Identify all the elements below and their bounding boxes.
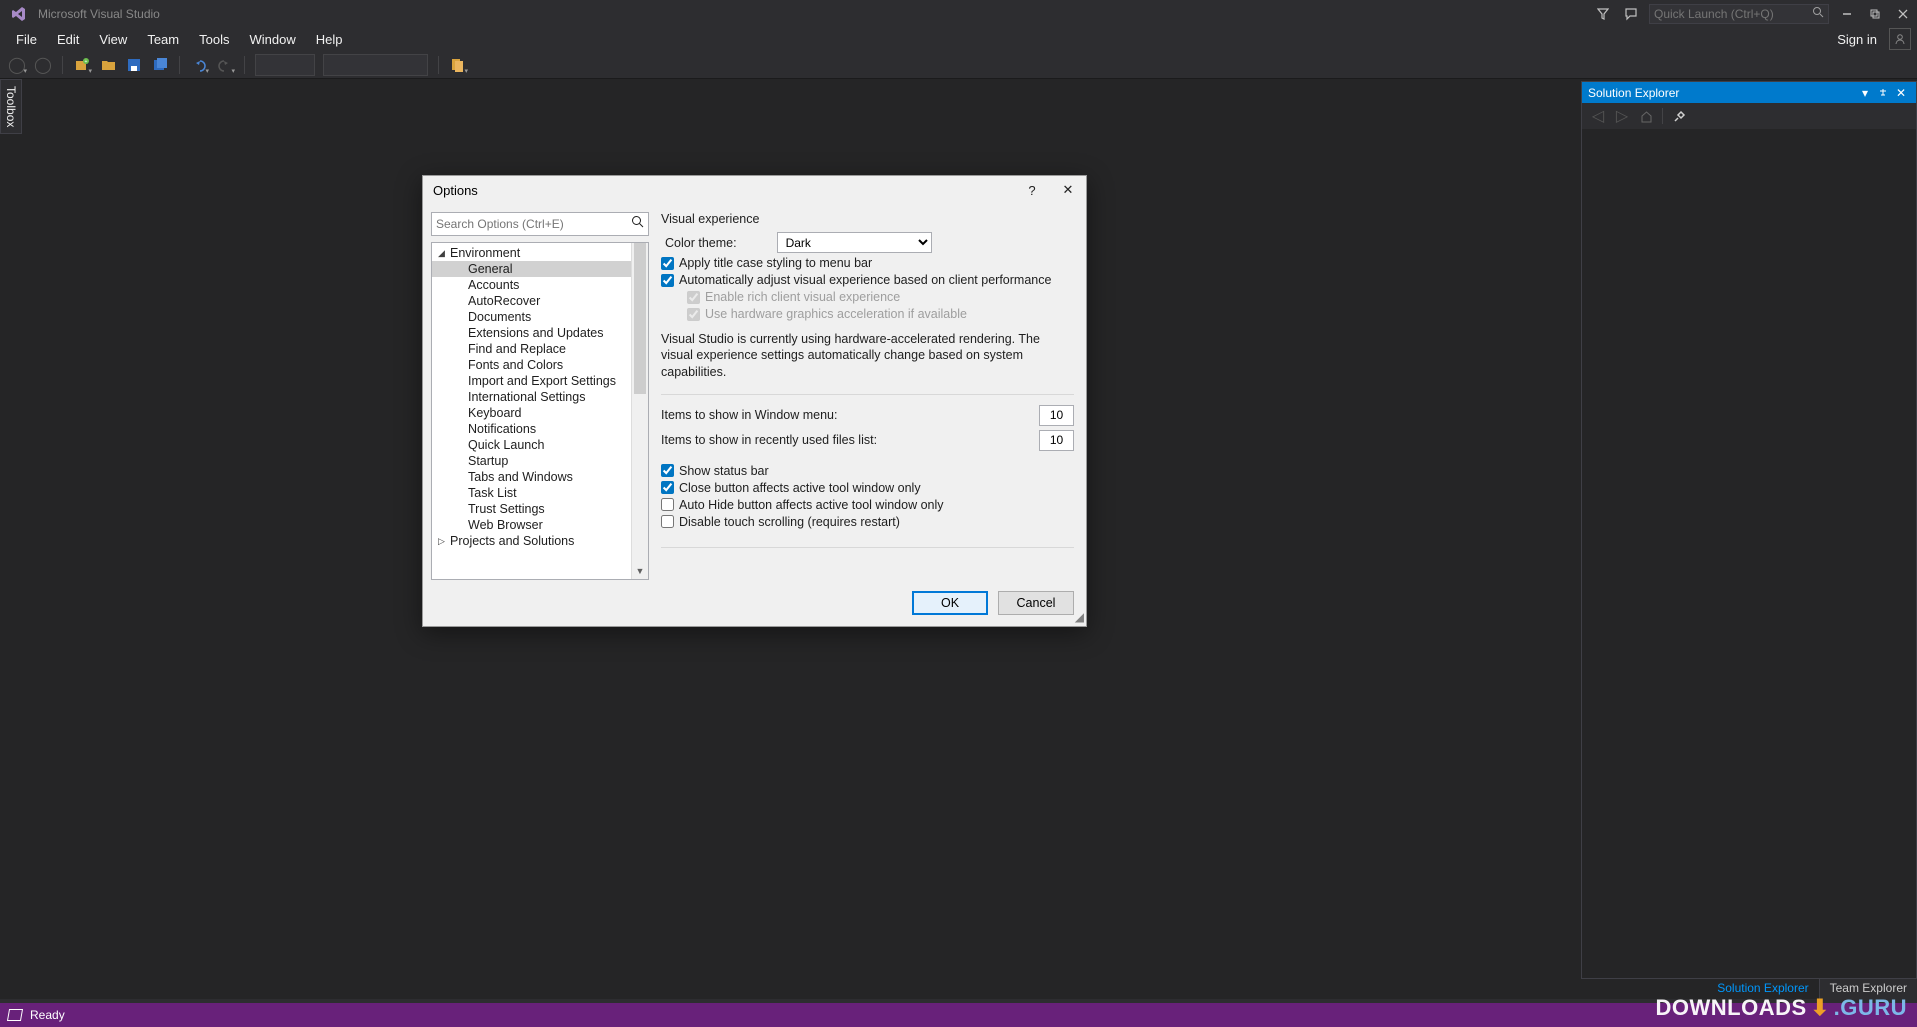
tree-item[interactable]: Startup	[432, 453, 648, 469]
color-theme-label: Color theme:	[665, 236, 737, 250]
open-file-button[interactable]	[97, 54, 119, 76]
notifications-filter-icon[interactable]	[1589, 2, 1617, 26]
tree-projects[interactable]: ▷Projects and Solutions	[432, 533, 648, 549]
help-icon[interactable]: ?	[1014, 176, 1050, 204]
cb-close-affects[interactable]: Close button affects active tool window …	[661, 481, 921, 495]
tree-item[interactable]: Quick Launch	[432, 437, 648, 453]
tree-item-general[interactable]: General	[432, 261, 648, 277]
cb-autoadjust[interactable]: Automatically adjust visual experience b…	[661, 273, 1051, 287]
tree-item[interactable]: Accounts	[432, 277, 648, 293]
dialog-title: Options	[433, 183, 478, 198]
menu-team[interactable]: Team	[137, 29, 189, 50]
options-search-box[interactable]	[431, 212, 649, 236]
status-ready: Ready	[30, 1008, 65, 1022]
options-search-input[interactable]	[436, 217, 631, 231]
vs-logo-icon	[4, 2, 32, 26]
menu-file[interactable]: File	[6, 29, 47, 50]
menu-tools[interactable]: Tools	[189, 29, 239, 50]
close-button[interactable]	[1889, 2, 1917, 26]
se-fwd-icon[interactable]: ▷	[1612, 106, 1632, 126]
items-recent-label: Items to show in recently used files lis…	[661, 433, 1039, 447]
solution-explorer-title: Solution Explorer	[1588, 86, 1679, 100]
tree-item[interactable]: Web Browser	[432, 517, 648, 533]
maximize-button[interactable]	[1861, 2, 1889, 26]
cb-autohide-affects[interactable]: Auto Hide button affects active tool win…	[661, 498, 944, 512]
tree-item[interactable]: International Settings	[432, 389, 648, 405]
signin-link[interactable]: Sign in	[1829, 29, 1885, 50]
cb-touch[interactable]: Disable touch scrolling (requires restar…	[661, 515, 900, 529]
quick-launch-field[interactable]	[1654, 7, 1812, 21]
app-title: Microsoft Visual Studio	[38, 7, 160, 21]
tree-item[interactable]: Find and Replace	[432, 341, 648, 357]
find-in-files-button[interactable]: ▾	[447, 54, 469, 76]
tree-item[interactable]: Keyboard	[432, 405, 648, 421]
dialog-close-icon[interactable]: ✕	[1050, 176, 1086, 204]
svg-text:+: +	[85, 59, 88, 65]
home-icon[interactable]	[1636, 106, 1656, 126]
divider	[661, 547, 1074, 548]
solution-explorer-panel: Solution Explorer ▾ ✕ ◁ ▷	[1581, 81, 1917, 979]
nav-fwd-button[interactable]: ◯	[32, 54, 54, 76]
tree-item[interactable]: Trust Settings	[432, 501, 648, 517]
panel-dropdown-icon[interactable]: ▾	[1856, 84, 1874, 102]
menu-edit[interactable]: Edit	[47, 29, 89, 50]
tree-item[interactable]: Extensions and Updates	[432, 325, 648, 341]
search-icon	[1812, 6, 1824, 21]
color-theme-select[interactable]: Dark	[777, 232, 932, 253]
items-recent-input[interactable]	[1039, 430, 1074, 451]
solution-platform-combo[interactable]	[323, 54, 428, 76]
tree-item[interactable]: Fonts and Colors	[432, 357, 648, 373]
options-tree[interactable]: ◢Environment General Accounts AutoRecove…	[431, 242, 649, 580]
toolbox-side-tab[interactable]: Toolbox	[0, 79, 22, 134]
divider	[661, 394, 1074, 395]
menu-window[interactable]: Window	[239, 29, 305, 50]
tree-item[interactable]: Task List	[432, 485, 648, 501]
pin-icon[interactable]	[1874, 84, 1892, 102]
cb-status[interactable]: Show status bar	[661, 464, 769, 478]
se-back-icon[interactable]: ◁	[1588, 106, 1608, 126]
watermark-logo: DOWNLOADS ⬇ .GURU	[1656, 995, 1907, 1021]
items-window-label: Items to show in Window menu:	[661, 408, 1039, 422]
items-window-input[interactable]	[1039, 405, 1074, 426]
nav-back-button[interactable]: ◯▾	[6, 54, 28, 76]
scroll-down-icon[interactable]: ▼	[632, 562, 648, 579]
ok-button[interactable]: OK	[912, 591, 988, 615]
solution-config-combo[interactable]	[255, 54, 315, 76]
menu-help[interactable]: Help	[306, 29, 353, 50]
tree-environment[interactable]: ◢Environment	[432, 245, 648, 261]
cb-rich: Enable rich client visual experience	[687, 290, 900, 304]
minimize-button[interactable]	[1833, 2, 1861, 26]
cancel-button[interactable]: Cancel	[998, 591, 1074, 615]
tree-item[interactable]: AutoRecover	[432, 293, 648, 309]
tree-scrollbar[interactable]: ▲ ▼	[631, 243, 648, 579]
properties-icon[interactable]	[1669, 106, 1689, 126]
cb-titlecase[interactable]: Apply title case styling to menu bar	[661, 256, 872, 270]
feedback-icon[interactable]	[1617, 2, 1645, 26]
search-icon	[631, 215, 644, 233]
options-dialog: Options ? ✕ ◢Environment General Account…	[422, 175, 1087, 627]
save-all-button[interactable]	[149, 54, 171, 76]
scroll-thumb[interactable]	[634, 243, 646, 394]
cb-hw: Use hardware graphics acceleration if av…	[687, 307, 967, 321]
download-icon: ⬇	[1811, 995, 1830, 1021]
quick-launch-input[interactable]	[1649, 4, 1829, 24]
save-button[interactable]	[123, 54, 145, 76]
panel-close-icon[interactable]: ✕	[1892, 84, 1910, 102]
tree-item[interactable]: Notifications	[432, 421, 648, 437]
menu-view[interactable]: View	[89, 29, 137, 50]
undo-button[interactable]: ▾	[188, 54, 210, 76]
section-visual-experience: Visual experience	[661, 212, 1074, 226]
tree-item[interactable]: Tabs and Windows	[432, 469, 648, 485]
avatar-icon[interactable]	[1889, 28, 1911, 50]
tree-item[interactable]: Documents	[432, 309, 648, 325]
new-project-button[interactable]: +▾	[71, 54, 93, 76]
redo-button[interactable]: ▾	[214, 54, 236, 76]
status-indicator-icon	[7, 1009, 23, 1021]
visual-exp-desc: Visual Studio is currently using hardwar…	[661, 331, 1074, 380]
tree-item[interactable]: Import and Export Settings	[432, 373, 648, 389]
